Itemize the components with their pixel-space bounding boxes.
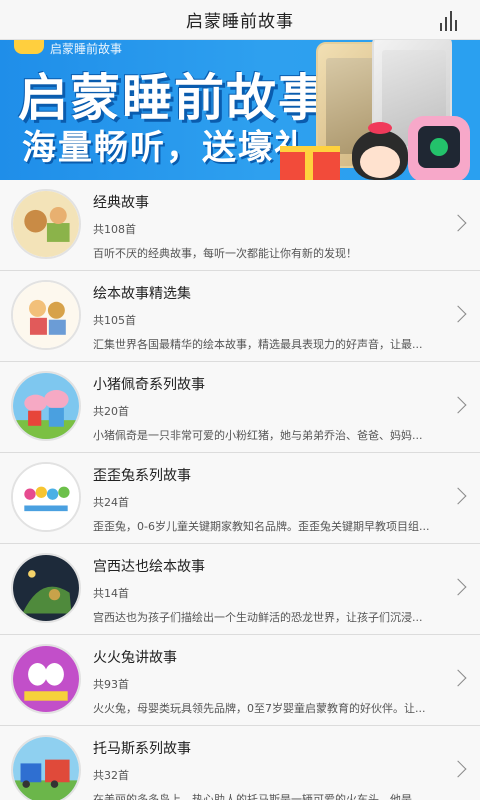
list-item[interactable]: 歪歪兔系列故事 共24首 歪歪兔，0-6岁儿童关键期家教知名品牌。歪歪兔关键期早… — [0, 453, 480, 544]
bars-icon[interactable] — [440, 9, 464, 31]
list-item[interactable]: 宫西达也绘本故事 共14首 宫西达也为孩子们描绘出一个生动鲜活的恐龙世界，让孩子… — [0, 544, 480, 635]
story-desc: 火火兔，母婴类玩具领先品牌，0至7岁婴童启蒙教育的好伙伴。让... — [93, 702, 426, 715]
banner-subtitle: 海量畅听，送壕礼 — [22, 128, 310, 168]
story-title: 宫西达也绘本故事 — [93, 559, 205, 575]
chevron-right-icon — [449, 305, 467, 323]
app-header: 启蒙睡前故事 — [0, 0, 480, 40]
chevron-right-icon — [449, 396, 467, 414]
banner-tag: 启蒙睡前故事 — [50, 42, 123, 56]
story-desc: 小猪佩奇是一只非常可爱的小粉红猪，她与弟弟乔治、爸爸、妈妈... — [93, 429, 423, 442]
story-desc: 百听不厌的经典故事，每听一次都能让你有新的发现！ — [93, 247, 357, 260]
story-count: 共32首 — [93, 769, 129, 782]
story-desc: 歪歪兔，0-6岁儿童关键期家教知名品牌。歪歪兔关键期早教项目组... — [93, 520, 430, 533]
story-count: 共108首 — [93, 223, 136, 236]
list-item[interactable]: 经典故事 共108首 百听不厌的经典故事，每听一次都能让你有新的发现！ — [0, 180, 480, 271]
chevron-right-icon — [449, 760, 467, 778]
story-title: 托马斯系列故事 — [93, 741, 191, 757]
story-count: 共93首 — [93, 678, 129, 691]
logo-icon — [14, 40, 44, 54]
story-cover-image — [11, 371, 81, 441]
story-count: 共105首 — [93, 314, 136, 327]
story-desc: 宫西达也为孩子们描绘出一个生动鲜活的恐龙世界，让孩子们沉浸... — [93, 611, 423, 624]
story-cover-image — [11, 553, 81, 623]
smartwatch-image — [408, 116, 470, 180]
story-count: 共14首 — [93, 587, 129, 600]
story-desc: 在美丽的多多岛上，热心助人的托马斯是一辆可爱的火车头，他是... — [93, 793, 423, 800]
chevron-right-icon — [449, 578, 467, 596]
story-cover-image — [11, 280, 81, 350]
story-title: 绘本故事精选集 — [93, 286, 191, 302]
list-item[interactable]: 绘本故事精选集 共105首 汇集世界各国最精华的绘本故事，精选最具表现力的好声音… — [0, 271, 480, 362]
list-item[interactable]: 托马斯系列故事 共32首 在美丽的多多岛上，热心助人的托马斯是一辆可爱的火车头，… — [0, 726, 480, 800]
story-cover-image — [11, 189, 81, 259]
story-cover-image — [11, 735, 81, 800]
list-item[interactable]: 小猪佩奇系列故事 共20首 小猪佩奇是一只非常可爱的小粉红猪，她与弟弟乔治、爸爸… — [0, 362, 480, 453]
story-title: 小猪佩奇系列故事 — [93, 377, 205, 393]
page-title: 启蒙睡前故事 — [186, 12, 294, 32]
list-item[interactable]: 火火兔讲故事 共93首 火火兔，母婴类玩具领先品牌，0至7岁婴童启蒙教育的好伙伴… — [0, 635, 480, 726]
story-count: 共24首 — [93, 496, 129, 509]
cartoon-girl-image — [352, 122, 408, 180]
story-cover-image — [11, 462, 81, 532]
chevron-right-icon — [449, 214, 467, 232]
story-list: 经典故事 共108首 百听不厌的经典故事，每听一次都能让你有新的发现！ 绘本故事… — [0, 180, 480, 800]
story-count: 共20首 — [93, 405, 129, 418]
story-desc: 汇集世界各国最精华的绘本故事，精选最具表现力的好声音，让最... — [93, 338, 423, 351]
chevron-right-icon — [449, 669, 467, 687]
promo-banner[interactable]: 启蒙睡前故事 启蒙睡前故事 海量畅听，送壕礼 — [0, 40, 480, 180]
chevron-right-icon — [449, 487, 467, 505]
story-title: 经典故事 — [93, 195, 149, 211]
gift-box-image — [280, 146, 340, 180]
story-title: 歪歪兔系列故事 — [93, 468, 191, 484]
story-cover-image — [11, 644, 81, 714]
story-title: 火火兔讲故事 — [93, 650, 177, 666]
